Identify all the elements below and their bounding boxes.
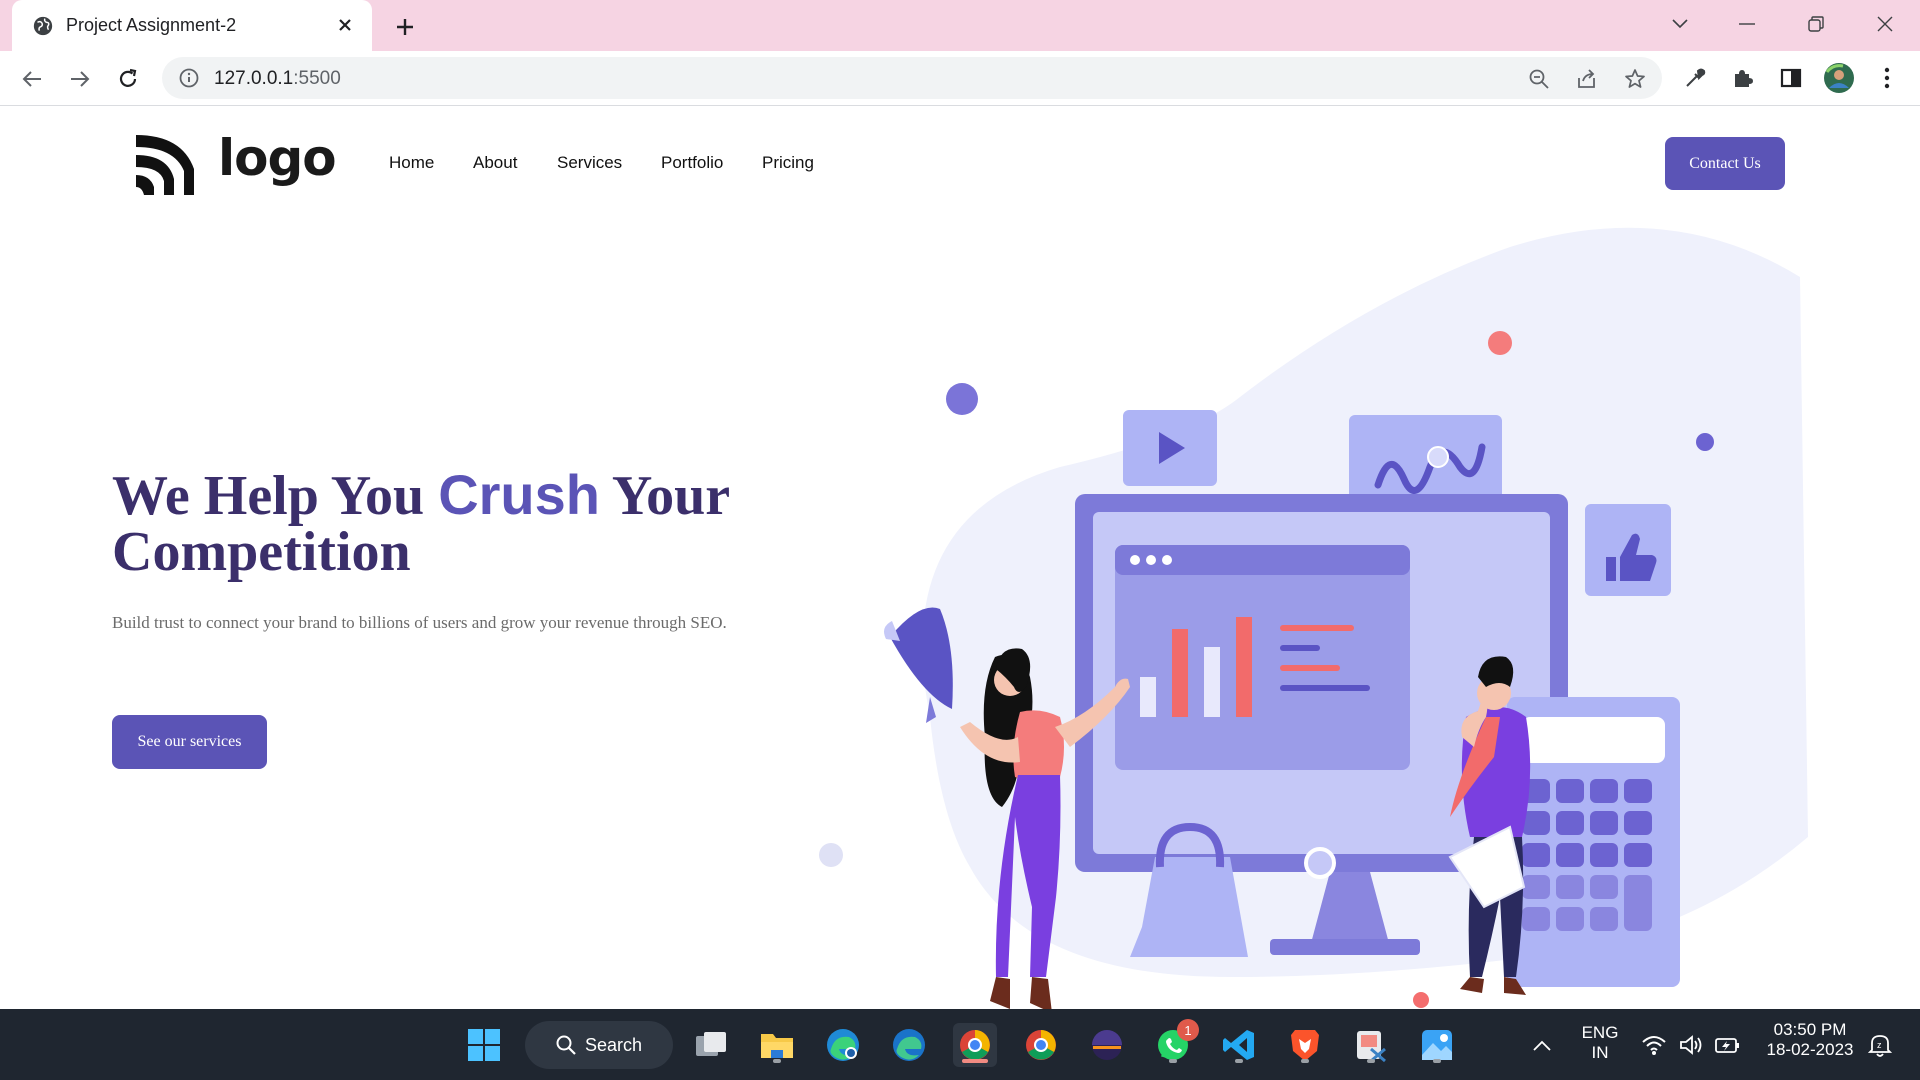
reload-icon[interactable] — [110, 61, 146, 97]
photos-icon[interactable] — [1415, 1023, 1459, 1067]
close-window-icon[interactable] — [1865, 6, 1905, 42]
profile-avatar-icon[interactable] — [1822, 61, 1856, 95]
edge-icon[interactable] — [887, 1023, 931, 1067]
whatsapp-icon[interactable]: 1 — [1151, 1019, 1199, 1067]
web-page: logo Home About Services Portfolio Prici… — [0, 107, 1920, 1009]
notifications-icon[interactable]: z — [1858, 1023, 1902, 1067]
site-logo[interactable]: logo — [132, 129, 337, 199]
browser-menu-icon[interactable] — [1870, 61, 1904, 95]
windows-start-icon[interactable] — [462, 1023, 506, 1067]
taskbar-search[interactable]: Search — [525, 1021, 673, 1069]
bookmark-star-icon[interactable] — [1622, 66, 1648, 92]
brave-icon[interactable] — [1283, 1023, 1327, 1067]
share-icon[interactable] — [1574, 66, 1600, 92]
minimize-icon[interactable] — [1727, 6, 1767, 42]
show-hidden-icons-chevron-icon[interactable] — [1520, 1023, 1564, 1067]
nav-home[interactable]: Home — [389, 153, 434, 173]
eyedropper-extension-icon[interactable] — [1678, 61, 1712, 95]
extensions-puzzle-icon[interactable] — [1726, 61, 1760, 95]
close-tab-icon[interactable] — [330, 10, 360, 40]
logo-text: logo — [218, 129, 337, 187]
hero-headline: We Help You Crush Your Competition — [112, 463, 730, 583]
chrome-dev-icon[interactable] — [953, 1023, 997, 1067]
forward-icon[interactable] — [62, 61, 98, 97]
edge-beta-icon[interactable] — [821, 1023, 865, 1067]
zoom-out-icon[interactable] — [1526, 66, 1552, 92]
clock-date: 18-02-2023 — [1766, 1040, 1854, 1059]
browser-toolbar: 127.0.0.1:5500 — [0, 51, 1920, 106]
nav-pricing[interactable]: Pricing — [762, 153, 814, 173]
nav-about[interactable]: About — [473, 153, 517, 173]
browser-tab[interactable]: Project Assignment-2 — [12, 0, 372, 51]
restore-icon[interactable] — [1796, 6, 1836, 42]
side-panel-icon[interactable] — [1774, 61, 1808, 95]
task-view-icon[interactable] — [689, 1023, 733, 1067]
clock-time: 03:50 PM — [1773, 1020, 1847, 1039]
globe-icon — [33, 16, 53, 36]
new-tab-icon[interactable] — [388, 10, 422, 44]
see-our-services-button[interactable]: See our services — [112, 715, 267, 769]
hero-illustration — [819, 227, 1808, 1009]
nav-portfolio[interactable]: Portfolio — [661, 153, 723, 173]
address-bar[interactable]: 127.0.0.1:5500 — [162, 57, 1662, 99]
back-icon[interactable] — [14, 61, 50, 97]
chrome-icon[interactable] — [1019, 1023, 1063, 1067]
nav-services[interactable]: Services — [557, 153, 622, 173]
language-indicator[interactable]: ENG IN — [1575, 1023, 1625, 1063]
windows-taskbar: Search 1 ENG IN 03:50 PM 18-02-2023 z — [0, 1009, 1920, 1080]
taskbar-search-label: Search — [585, 1035, 643, 1055]
tab-search-chevron-icon[interactable] — [1660, 6, 1700, 42]
whatsapp-notification-badge: 1 — [1177, 1019, 1199, 1041]
contact-us-button[interactable]: Contact Us — [1665, 137, 1785, 190]
logo-mark-icon — [136, 135, 194, 195]
clock[interactable]: 03:50 PM 18-02-2023 — [1755, 1020, 1865, 1060]
battery-charging-icon[interactable] — [1706, 1023, 1750, 1067]
file-explorer-icon[interactable] — [755, 1023, 799, 1067]
svg-text:z: z — [1877, 1040, 1882, 1050]
hero-subtext: Build trust to connect your brand to bil… — [112, 613, 727, 632]
url-text: 127.0.0.1:5500 — [214, 68, 341, 89]
headline-accent: Crush — [438, 463, 600, 526]
vscode-icon[interactable] — [1217, 1023, 1261, 1067]
site-info-icon[interactable] — [178, 67, 200, 89]
eclipse-icon[interactable] — [1085, 1023, 1129, 1067]
snipping-tool-icon[interactable] — [1349, 1023, 1393, 1067]
tab-title: Project Assignment-2 — [66, 15, 237, 35]
search-icon — [556, 1035, 576, 1055]
browser-tab-bar: Project Assignment-2 — [0, 0, 1920, 51]
